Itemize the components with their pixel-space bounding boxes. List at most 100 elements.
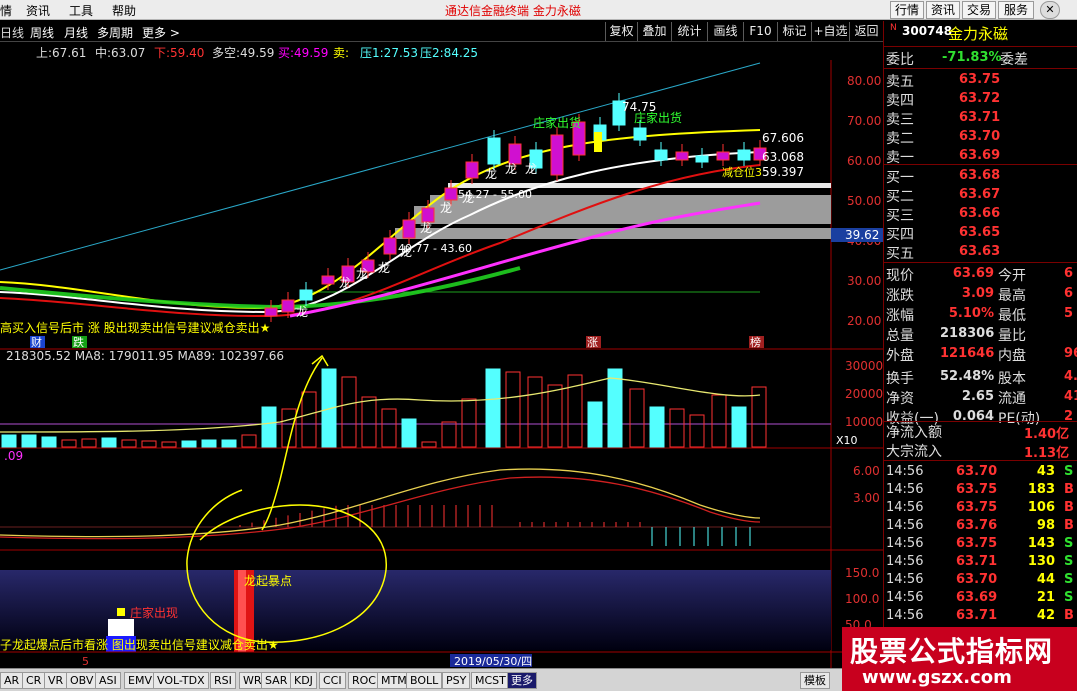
btn-stats[interactable]: 统计: [671, 22, 707, 41]
ask-level-label: 卖三: [886, 112, 914, 128]
btn-add-watch[interactable]: +自选: [811, 22, 849, 41]
btn-overlay[interactable]: 叠加: [637, 22, 671, 41]
top-btn-quotes[interactable]: 行情: [890, 1, 924, 19]
tick-time: 14:56: [886, 572, 924, 587]
menu-quotes[interactable]: 情: [0, 2, 12, 19]
period-more[interactable]: 更多 >: [142, 24, 180, 41]
indicator-tab[interactable]: MCST: [471, 672, 510, 689]
volume-bar: [421, 441, 437, 448]
indicator-tab[interactable]: OBV: [66, 672, 98, 689]
top-btn-info[interactable]: 资讯: [926, 1, 960, 19]
candle-body: [299, 289, 313, 301]
menu-tools[interactable]: 工具: [69, 2, 93, 19]
stat-label: 流通: [998, 391, 1026, 407]
stat-label: 最高: [998, 288, 1026, 304]
dragon-label: 龙: [296, 305, 308, 319]
volume-bar: [261, 406, 277, 448]
btn-back[interactable]: 返回: [849, 22, 883, 41]
btn-draw[interactable]: 画线: [707, 22, 743, 41]
candle-body: [487, 137, 501, 165]
bid-price: 63.65: [959, 225, 1001, 240]
indicator-tab[interactable]: VOL-TDX: [153, 672, 209, 689]
indicator-tab[interactable]: SAR: [261, 672, 292, 689]
dragon-label: 龙: [485, 167, 497, 181]
tick-price: 63.69: [956, 590, 998, 605]
bottom-signal-text: 子龙起爆点后市看涨 图出现卖出信号建议减仓卖出★: [0, 637, 279, 652]
watermark-url: www.gszx.com: [862, 667, 1012, 688]
resistance-band: [395, 228, 831, 239]
signal-text: 高买入信号后市 涨 股出现卖出信号建议减仓卖出★: [0, 320, 270, 335]
volume-bar: [441, 421, 457, 448]
yellow-candle: [594, 132, 602, 152]
stock-code: 300748: [902, 24, 953, 38]
tick-volume: 21: [1036, 590, 1055, 605]
stat-value: 5.10%: [948, 306, 994, 321]
btn-f10[interactable]: F10: [743, 22, 777, 41]
menu-help[interactable]: 帮助: [112, 2, 136, 19]
indicator-tab[interactable]: 更多: [507, 672, 537, 689]
candle-body: [321, 275, 335, 285]
volume-bar: [401, 418, 417, 448]
stat-value: 6: [1064, 286, 1074, 301]
tick-price: 63.75: [956, 482, 998, 497]
indicator-tab[interactable]: VR: [44, 672, 68, 689]
price-tick: 60.00: [847, 154, 881, 168]
indicator-tab[interactable]: CCI: [319, 672, 346, 689]
bid-price: 63.63: [959, 244, 1001, 259]
candle-body: [281, 299, 295, 313]
indicator-tab[interactable]: ASI: [95, 672, 121, 689]
btn-fuquan[interactable]: 复权: [605, 22, 637, 41]
price-label-low: 59.397: [762, 165, 804, 179]
price-label-mid: 63.068: [762, 150, 804, 164]
bid-price: 63.67: [959, 187, 1001, 202]
period-multi[interactable]: 多周期: [97, 24, 133, 41]
resistance-band: [414, 206, 831, 224]
btn-mark[interactable]: 标记: [777, 22, 811, 41]
menu-info[interactable]: 资讯: [26, 2, 50, 19]
kline-chart-area[interactable]: 80.00 70.0060.0050.0040.0030.0020.00 67.…: [0, 60, 883, 668]
volume-bar: [81, 438, 97, 448]
indicator-tab[interactable]: RSI: [210, 672, 236, 689]
top-btn-trade[interactable]: 交易: [962, 1, 996, 19]
vol-tick: 30000: [845, 359, 883, 373]
close-icon[interactable]: ✕: [1040, 1, 1060, 19]
volume-bar: [731, 406, 747, 448]
price-tick: 80.00: [847, 74, 881, 88]
period-weekly[interactable]: 周线: [30, 24, 54, 41]
indicator-tab[interactable]: EMV: [124, 672, 156, 689]
indicator-tab[interactable]: PSY: [442, 672, 471, 689]
stat-label: 最低: [998, 308, 1026, 324]
weibi-value: -71.83%: [942, 50, 1002, 65]
price-tick: 30.00: [847, 274, 881, 288]
tick-price: 63.70: [956, 572, 998, 587]
indicator-tab[interactable]: CR: [22, 672, 46, 689]
macd-bars: [239, 505, 751, 546]
indicator-tab[interactable]: AR: [0, 672, 24, 689]
tick-volume: 143: [1027, 536, 1055, 551]
period-daily[interactable]: 日线: [0, 24, 24, 41]
tick-side: S: [1064, 464, 1074, 479]
ind-buy: 买:49.59: [278, 46, 329, 60]
indicator-tab[interactable]: KDJ: [290, 672, 317, 689]
tick-time: 14:56: [886, 500, 924, 515]
stat-label: 今开: [998, 268, 1026, 284]
volume-bar: [629, 388, 645, 448]
stat-label: 换手: [886, 371, 914, 387]
bid-level-label: 买一: [886, 170, 914, 186]
indicator-tab[interactable]: ROC: [348, 672, 380, 689]
price-tick: 50.00: [847, 194, 881, 208]
top-btn-service[interactable]: 服务: [998, 1, 1034, 19]
volume-bar: [121, 439, 137, 448]
tick-price: 63.71: [956, 608, 998, 623]
volume-bar: [161, 441, 177, 448]
macd-tick: 6.00: [853, 464, 880, 478]
indicator-tabs: AR CR VR OBV ASI EMV VOL-TDX RSI WR SAR KDJ CCI ROC M…: [0, 668, 883, 691]
period-monthly[interactable]: 月线: [64, 24, 88, 41]
template-button[interactable]: 模板: [800, 672, 830, 689]
watermark-title: 股票公式指标网: [850, 635, 1054, 668]
ask-level-label: 卖四: [886, 93, 914, 109]
flow-label: 净流入额: [886, 425, 942, 441]
pane4-tick: 150.0: [845, 566, 879, 580]
tick-price: 63.76: [956, 518, 998, 533]
indicator-tab[interactable]: BOLL: [406, 672, 443, 689]
